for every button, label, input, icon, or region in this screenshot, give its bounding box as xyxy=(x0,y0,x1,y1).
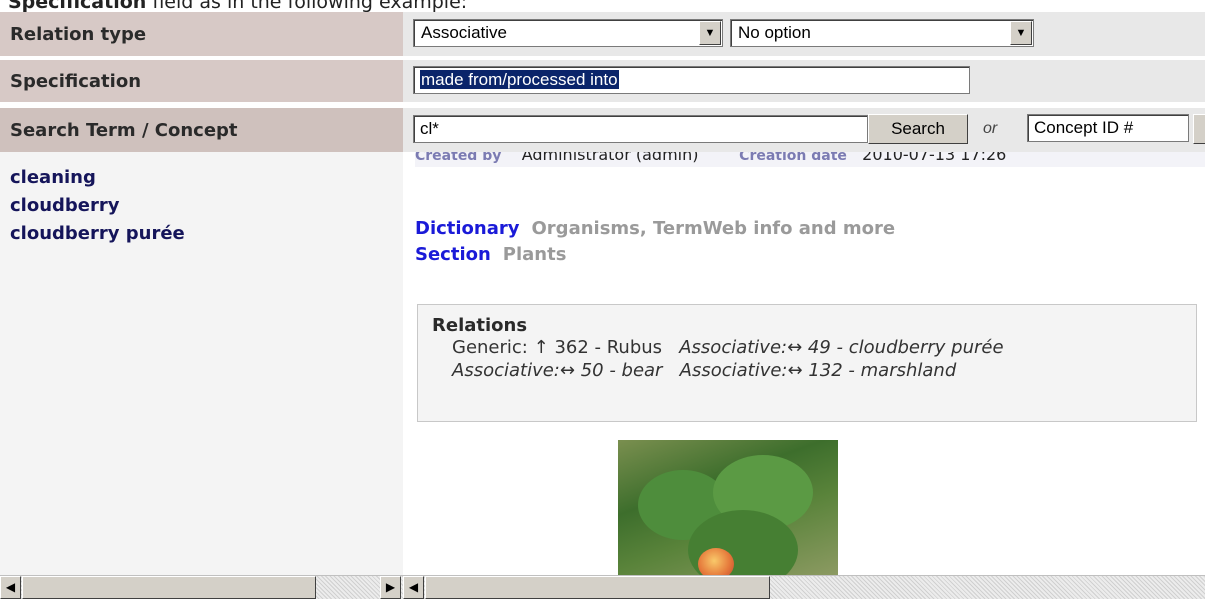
section-value: Plants xyxy=(502,244,567,265)
associative-relation-link[interactable]: 132 - marshland xyxy=(808,360,956,381)
search-input[interactable]: cl* xyxy=(413,115,868,143)
concept-image xyxy=(618,440,838,575)
main-horizontal-scrollbar[interactable]: ◀ xyxy=(403,575,1205,599)
search-value: cl* xyxy=(420,119,439,138)
search-field: cl* Search or Concept ID # xyxy=(403,108,1205,152)
arrow-left-icon[interactable]: ◀ xyxy=(0,576,21,599)
relations-line-2: Associative:↔ 50 - bear Associative:↔ 13… xyxy=(452,359,1182,382)
or-text: or xyxy=(983,120,998,137)
chevron-down-icon[interactable]: ▼ xyxy=(699,21,721,45)
concept-panel: Created by Administrator (admin) Creatio… xyxy=(403,152,1205,575)
relations-title: Relations xyxy=(432,315,528,336)
relation-type-select[interactable]: Associative ▼ xyxy=(413,19,723,47)
concept-meta-bar: Created by Administrator (admin) Creatio… xyxy=(415,152,1205,167)
arrow-right-icon[interactable]: ▶ xyxy=(380,576,401,599)
relations-box: Relations Generic: ↑ 362 - Rubus Associa… xyxy=(417,304,1197,422)
results-sidebar: cleaning cloudberry cloudberry purée xyxy=(0,152,403,575)
search-row: Search Term / Concept cl* Search or Conc… xyxy=(0,108,1205,152)
specification-label: Specification xyxy=(0,60,403,102)
generic-label: Generic: xyxy=(452,337,528,358)
section-label[interactable]: Section xyxy=(415,244,491,265)
arrow-both-icon: ↔ xyxy=(559,360,575,381)
sidebar-horizontal-scrollbar[interactable]: ◀ ▶ xyxy=(0,575,403,599)
intro-text: Specification field as in the following … xyxy=(8,0,467,13)
associative-label: Associative: xyxy=(679,360,788,381)
scroll-thumb[interactable] xyxy=(22,576,316,599)
specification-field: made from/processed into xyxy=(403,60,1205,102)
relation-type-field: Associative ▼ No option ▼ xyxy=(403,12,1205,56)
relations-line-1: Generic: ↑ 362 - Rubus Associative:↔ 49 … xyxy=(452,336,1182,359)
specification-row: Specification made from/processed into xyxy=(0,60,1205,102)
specification-input[interactable]: made from/processed into xyxy=(413,66,970,94)
associative-label: Associative: xyxy=(679,337,788,358)
specification-value: made from/processed into xyxy=(420,70,619,89)
concept-dictionary-info: Dictionary Organisms, TermWeb info and mo… xyxy=(415,216,895,268)
arrow-left-icon[interactable]: ◀ xyxy=(403,576,424,599)
result-term-cloudberry-puree[interactable]: cloudberry purée xyxy=(0,220,403,248)
concept-id-button[interactable] xyxy=(1193,114,1205,144)
concept-id-value: Concept ID # xyxy=(1034,118,1134,137)
associative-relation-link[interactable]: 50 - bear xyxy=(581,360,663,381)
creation-date-label: Creation date xyxy=(739,152,847,164)
created-by-value: Administrator (admin) xyxy=(521,152,699,164)
search-label: Search Term / Concept xyxy=(0,108,403,152)
relation-option-select[interactable]: No option ▼ xyxy=(730,19,1034,47)
creation-date-value: 2010-07-13 17:26 xyxy=(862,152,1007,164)
arrow-both-icon: ↔ xyxy=(787,337,803,358)
concept-id-input[interactable]: Concept ID # xyxy=(1027,114,1189,142)
relation-option-value: No option xyxy=(738,23,811,42)
arrow-both-icon: ↔ xyxy=(787,360,803,381)
arrow-up-icon: ↑ xyxy=(533,337,549,358)
result-term-cleaning[interactable]: cleaning xyxy=(0,164,403,192)
generic-relation-link[interactable]: 362 - Rubus xyxy=(554,337,662,358)
chevron-down-icon[interactable]: ▼ xyxy=(1010,21,1032,45)
result-term-cloudberry[interactable]: cloudberry xyxy=(0,192,403,220)
relation-type-label: Relation type xyxy=(0,12,403,56)
search-button[interactable]: Search xyxy=(868,114,968,144)
relation-type-value: Associative xyxy=(421,23,507,42)
created-by-label: Created by xyxy=(415,152,502,164)
dictionary-label[interactable]: Dictionary xyxy=(415,218,520,239)
associative-relation-link[interactable]: 49 - cloudberry purée xyxy=(808,337,1004,358)
dictionary-value: Organisms, TermWeb info and more xyxy=(531,218,896,239)
relation-type-row: Relation type Associative ▼ No option ▼ xyxy=(0,12,1205,56)
associative-label: Associative: xyxy=(452,360,560,381)
scroll-thumb[interactable] xyxy=(425,576,770,599)
results-list: cleaning cloudberry cloudberry purée xyxy=(0,152,403,248)
